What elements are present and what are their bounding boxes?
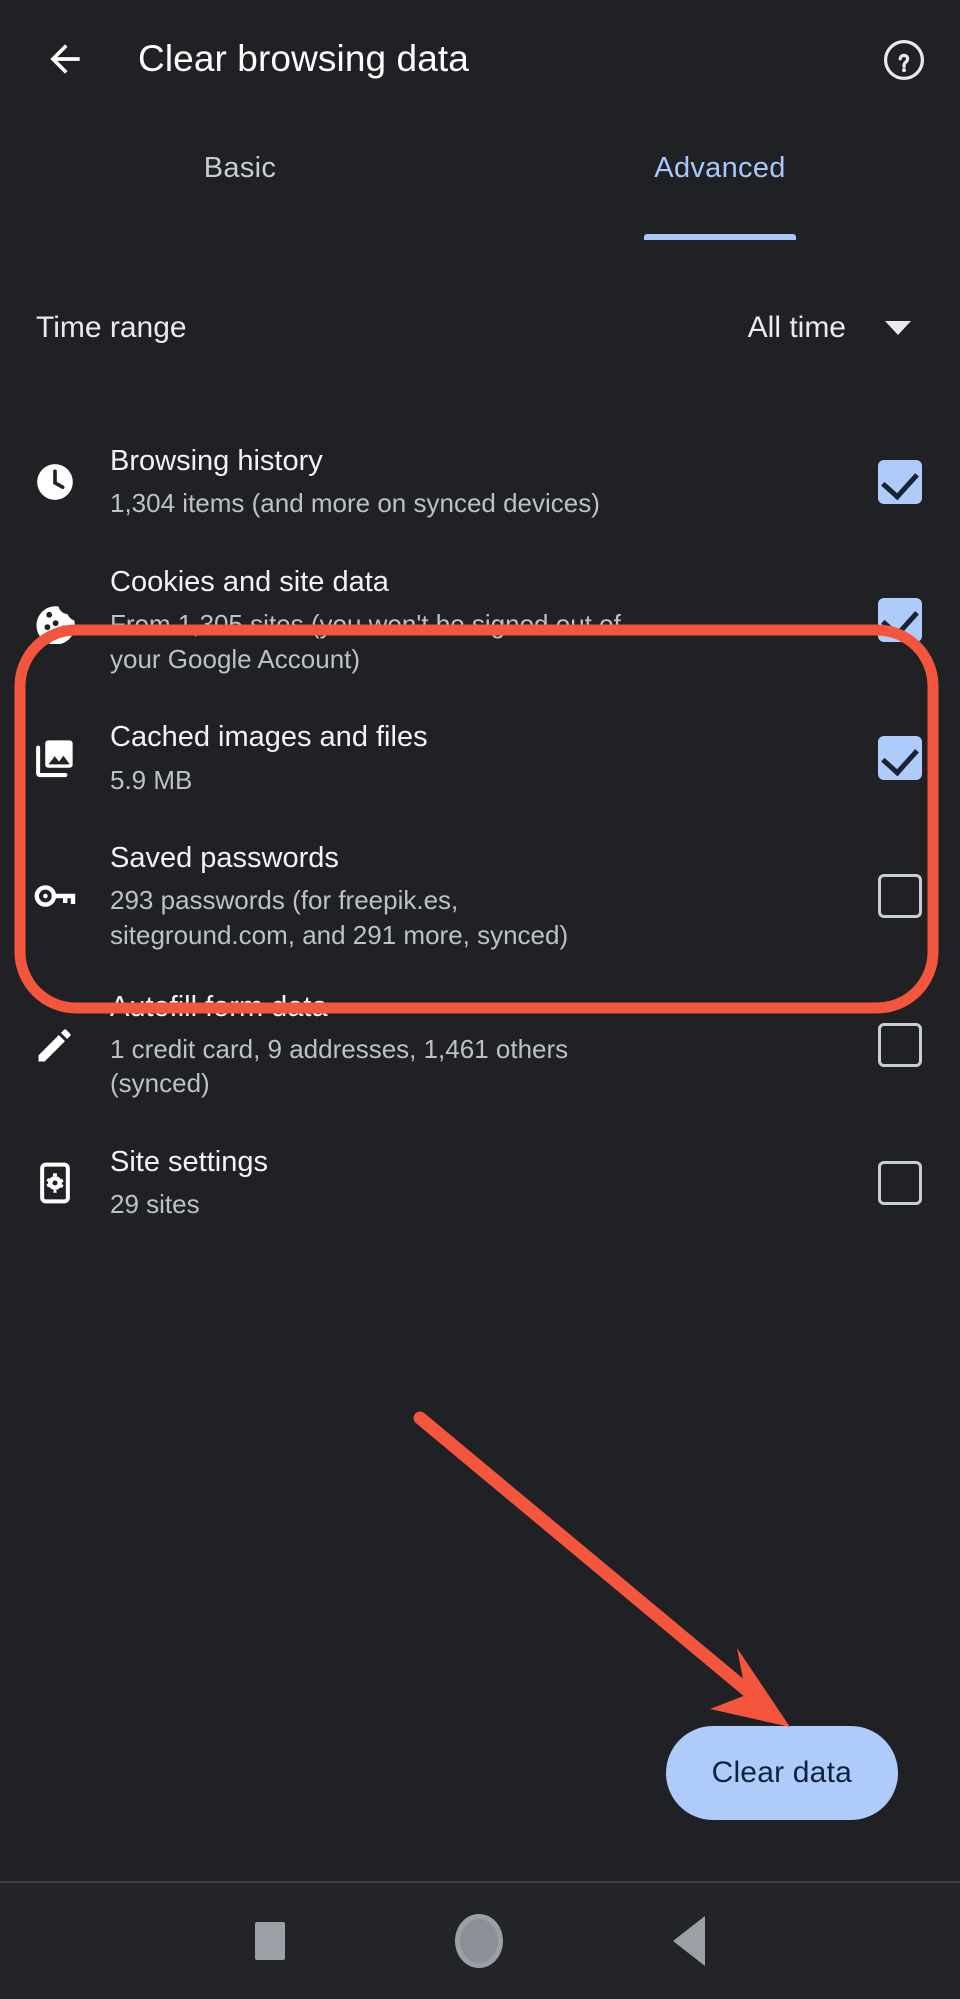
- help-button[interactable]: [874, 30, 934, 90]
- list-item-cached-images-and-files[interactable]: Cached images and files 5.9 MB: [0, 694, 960, 822]
- list-item-text: Site settings 29 sites: [110, 1144, 840, 1222]
- list-item-subtitle: 1 credit card, 9 addresses, 1,461 others…: [110, 1033, 569, 1099]
- list-item-autofill-form-data[interactable]: Autofill form data 1 credit card, 9 addr…: [0, 971, 960, 1119]
- list-item-title: Autofill form data: [110, 990, 328, 1023]
- list-item-title: Saved passwords: [110, 842, 339, 875]
- time-range-selector[interactable]: Time range All time: [0, 288, 960, 368]
- list-item-text: Browsing history 1,304 items (and more o…: [110, 443, 840, 521]
- pencil-icon: [0, 1022, 110, 1068]
- checkbox-cookies-and-site-data[interactable]: [840, 598, 960, 643]
- tab-basic-label: Basic: [203, 152, 277, 184]
- list-item-title: Cached images and files: [110, 721, 428, 754]
- triangle-back-icon[interactable]: [673, 1916, 705, 1966]
- arrow-left-icon: [50, 44, 80, 74]
- list-item-text: Cookies and site data From 1,305 sites (…: [110, 564, 840, 676]
- checkbox-unchecked[interactable]: [878, 874, 922, 919]
- checkbox-checked[interactable]: [878, 460, 922, 504]
- clock-icon: [0, 459, 110, 505]
- list-item-text: Cached images and files 5.9 MB: [110, 719, 840, 797]
- tab-advanced-label: Advanced: [654, 152, 786, 184]
- list-item-text: Autofill form data 1 credit card, 9 addr…: [110, 989, 840, 1101]
- list-item-subtitle: 29 sites: [110, 1189, 200, 1220]
- checkbox-unchecked[interactable]: [878, 1160, 922, 1205]
- app-bar: Clear browsing data: [0, 0, 960, 118]
- checkbox-autofill-form-data[interactable]: [840, 1022, 960, 1067]
- action-bar: Clear data: [0, 1726, 960, 1820]
- list-item-cookies-and-site-data[interactable]: Cookies and site data From 1,305 sites (…: [0, 546, 960, 694]
- checkbox-checked[interactable]: [878, 736, 922, 781]
- tab-advanced[interactable]: Advanced: [480, 130, 960, 240]
- time-range-label: Time range: [36, 311, 187, 344]
- key-icon: [0, 872, 110, 920]
- annotation-arrow-shaft: [413, 1411, 762, 1704]
- list-item-title: Site settings: [110, 1145, 268, 1178]
- android-navigation-bar: [0, 1881, 960, 1999]
- time-range-value: All time: [747, 311, 846, 344]
- page-title: Clear browsing data: [138, 38, 469, 79]
- tab-basic[interactable]: Basic: [0, 130, 480, 240]
- annotation-arrow-head: [710, 1648, 790, 1727]
- checkbox-unchecked[interactable]: [878, 1022, 922, 1067]
- list-item-title: Cookies and site data: [110, 566, 389, 598]
- image-stack-icon: [0, 735, 110, 781]
- chevron-down-icon[interactable]: [868, 321, 928, 335]
- list-item-saved-passwords[interactable]: Saved passwords 293 passwords (for freep…: [0, 822, 960, 970]
- checkbox-cached-images-and-files[interactable]: [840, 736, 960, 781]
- list-item-browsing-history[interactable]: Browsing history 1,304 items (and more o…: [0, 418, 960, 546]
- circle-home-icon[interactable]: [455, 1914, 503, 1968]
- site-settings-icon: [0, 1160, 110, 1206]
- data-type-list: Browsing history 1,304 items (and more o…: [0, 418, 960, 1247]
- checkbox-checked[interactable]: [878, 598, 922, 643]
- checkbox-site-settings[interactable]: [840, 1160, 960, 1205]
- checkbox-saved-passwords[interactable]: [840, 874, 960, 919]
- help-circle-icon: [883, 39, 925, 81]
- list-item-subtitle: 1,304 items (and more on synced devices): [110, 488, 600, 519]
- square-recents-icon[interactable]: [255, 1922, 285, 1960]
- list-item-subtitle: From 1,305 sites (you won't be signed ou…: [110, 609, 621, 674]
- clear-data-button[interactable]: Clear data: [665, 1726, 898, 1820]
- tab-active-indicator: [644, 234, 796, 240]
- checkbox-browsing-history[interactable]: [840, 460, 960, 504]
- list-item-site-settings[interactable]: Site settings 29 sites: [0, 1119, 960, 1247]
- list-item-title: Browsing history: [110, 445, 323, 478]
- cookie-icon: [0, 596, 110, 645]
- list-item-subtitle: 5.9 MB: [110, 764, 193, 795]
- back-button[interactable]: [28, 22, 102, 96]
- list-item-text: Saved passwords 293 passwords (for freep…: [110, 840, 840, 952]
- tab-bar: Basic Advanced: [0, 130, 960, 240]
- list-item-subtitle: 293 passwords (for freepik.es, sitegroun…: [110, 885, 569, 950]
